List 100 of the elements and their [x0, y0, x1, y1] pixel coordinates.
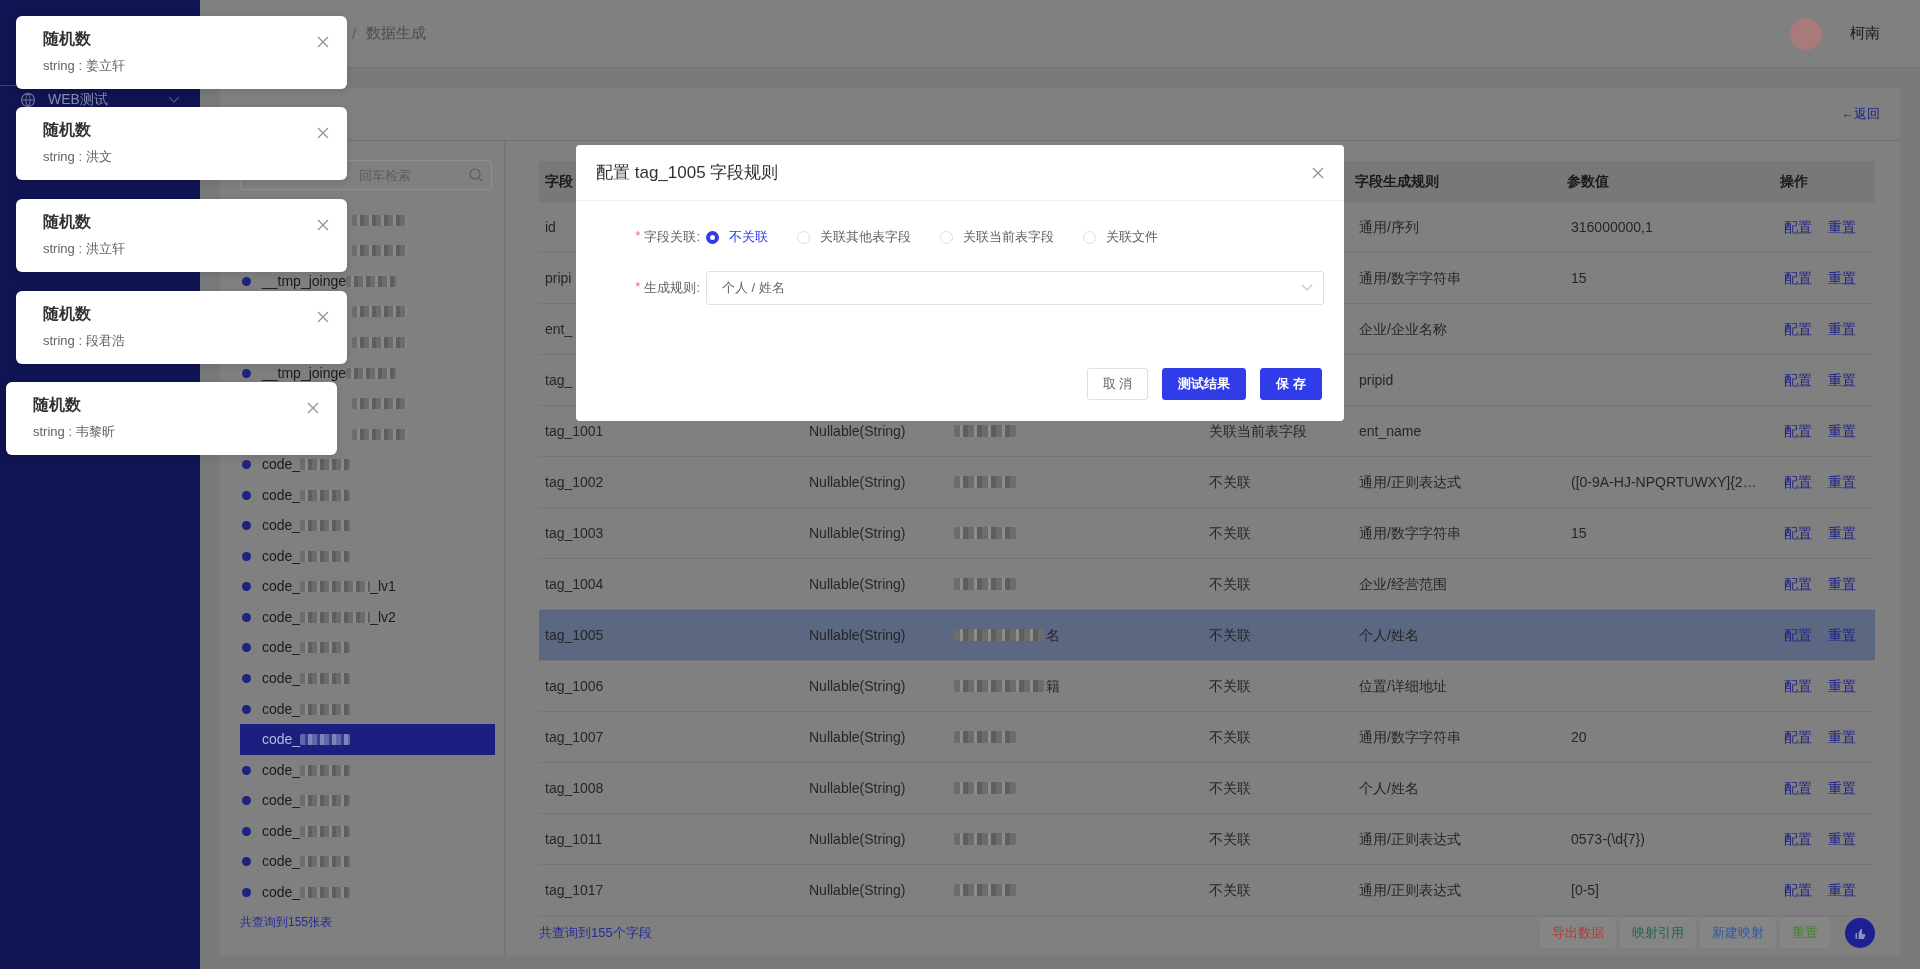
list-item[interactable]: code_	[240, 815, 495, 847]
primary-button[interactable]: 保 存	[1260, 368, 1322, 400]
list-item[interactable]: code_	[240, 754, 495, 786]
action-link[interactable]: 配置	[1784, 729, 1812, 745]
radio-label[interactable]: 关联文件	[1106, 228, 1158, 246]
action-link[interactable]: 重置	[1828, 372, 1856, 388]
list-item[interactable]: code_	[240, 724, 495, 755]
notification-message: string : 洪立轩	[43, 240, 125, 258]
list-item[interactable]: code_ _lv1	[240, 571, 495, 603]
bullet-icon	[242, 612, 251, 622]
blurred-text	[954, 476, 1016, 488]
table-row[interactable]: tag_1006 Nullable(String) 籍 不关联 位置/详细地址 配置 重置	[539, 661, 1875, 712]
list-item[interactable]: code_	[240, 510, 495, 541]
list-item[interactable]: code_	[240, 663, 495, 694]
list-item[interactable]: code_	[240, 632, 495, 664]
table-row[interactable]: tag_1007 Nullable(String) 不关联 通用/数字字符串 20 配置 重置	[539, 712, 1875, 763]
action-link[interactable]: 重置	[1828, 423, 1856, 439]
table-row[interactable]: tag_1003 Nullable(String) 不关联 通用/数字字符串 15 配置 重置	[539, 508, 1875, 559]
list-item[interactable]: code_	[240, 877, 495, 908]
action-link[interactable]: 重置	[1828, 576, 1856, 592]
list-item[interactable]: __tmp_joinge	[240, 357, 495, 389]
list-item[interactable]: __tmp_joinge	[240, 266, 495, 297]
action-link[interactable]: 重置	[1828, 270, 1856, 286]
radio-label[interactable]: 关联当前表字段	[963, 228, 1054, 246]
radio-label[interactable]: 不关联	[729, 228, 768, 246]
list-item[interactable]: code_	[240, 846, 495, 878]
required-mark: *	[635, 228, 641, 245]
item-name: code_	[262, 793, 301, 809]
action-link[interactable]: 重置	[1828, 678, 1856, 694]
action-link[interactable]: 配置	[1784, 219, 1812, 235]
select-field[interactable]: 个人 / 姓名	[706, 271, 1324, 305]
bullet-icon	[242, 796, 251, 806]
table-row[interactable]: tag_1005 Nullable(String) 名 不关联 个人/姓名 配置 重置	[539, 610, 1875, 661]
back-link[interactable]: ←返回	[1841, 105, 1880, 123]
list-item[interactable]: code_	[240, 541, 495, 572]
radio-button[interactable]	[706, 230, 719, 244]
cancel-button[interactable]: 取 消	[1086, 368, 1149, 400]
table-row[interactable]: tag_1017 Nullable(String) 不关联 通用/正则表达式 [0-5] 配置 重置	[539, 865, 1875, 916]
chevron-icon[interactable]	[168, 96, 180, 104]
action-link[interactable]: 重置	[1828, 882, 1856, 898]
bullet-icon	[242, 704, 251, 714]
action-link[interactable]: 重置	[1828, 780, 1856, 796]
action-link[interactable]: 重置	[1828, 729, 1856, 745]
blurred-text	[300, 734, 351, 746]
action-link[interactable]: 配置	[1784, 321, 1812, 337]
close-icon[interactable]	[307, 402, 319, 414]
close-icon[interactable]	[317, 36, 329, 48]
action-link[interactable]: 配置	[1784, 474, 1812, 490]
action-link[interactable]: 配置	[1784, 780, 1812, 796]
table-row[interactable]: tag_1011 Nullable(String) 不关联 通用/正则表达式 0573-(\d{7}) 配置 重置	[539, 814, 1875, 865]
sidebar-menu-item[interactable]: WEB测试	[48, 91, 156, 109]
table-cell-text: Nullable(String)	[808, 627, 906, 643]
action-link[interactable]: 重置	[1828, 219, 1856, 235]
bullet-icon	[242, 857, 251, 867]
search-icon[interactable]	[469, 168, 483, 182]
floating-button[interactable]	[1845, 918, 1875, 948]
item-name: code_	[262, 579, 301, 595]
close-icon[interactable]	[317, 127, 329, 139]
close-icon[interactable]	[317, 219, 329, 231]
action-link[interactable]: 重置	[1828, 474, 1856, 490]
action-link[interactable]: 重置	[1828, 831, 1856, 847]
table-cell-text: 企业/经营范围	[1358, 576, 1447, 592]
close-icon[interactable]	[1312, 166, 1324, 179]
notification-title: 随机数	[43, 29, 91, 49]
action-link[interactable]: 配置	[1784, 678, 1812, 694]
action-link[interactable]: 配置	[1784, 270, 1812, 286]
table-row[interactable]: tag_1008 Nullable(String) 不关联 个人/姓名 配置 重置	[539, 763, 1875, 814]
table-cell-text: tag_1004	[544, 576, 604, 592]
action-link[interactable]: 重置	[1828, 525, 1856, 541]
action-link[interactable]: 重置	[1828, 627, 1856, 643]
table-cell-text: 不关联	[1208, 831, 1251, 847]
table-cell-text: 不关联	[1208, 525, 1251, 541]
action-link[interactable]: 配置	[1784, 372, 1812, 388]
radio-label[interactable]: 关联其他表字段	[820, 228, 911, 246]
action-link[interactable]: 配置	[1784, 423, 1812, 439]
list-item[interactable]: code_	[240, 693, 495, 725]
list-item[interactable]: code_ _lv2	[240, 602, 495, 633]
list-item[interactable]: code_	[240, 449, 495, 480]
action-link[interactable]: 重置	[1828, 321, 1856, 337]
list-item[interactable]: code_	[240, 785, 495, 816]
action-link[interactable]: 配置	[1784, 576, 1812, 592]
table-cell-text: 不关联	[1208, 627, 1251, 643]
list-item[interactable]: code_	[240, 479, 495, 511]
table-cell-text: tag_1001	[544, 423, 604, 439]
table-row[interactable]: tag_1002 Nullable(String) 不关联 通用/正则表达式 ([0-9A-HJ-NPQRTUWXY]{2… 配置 重置	[539, 457, 1875, 508]
action-link[interactable]: 配置	[1784, 627, 1812, 643]
table-cell-text: 20	[1570, 729, 1587, 745]
bullet-icon	[242, 826, 251, 836]
table-cell-text: Nullable(String)	[808, 831, 906, 847]
action-link[interactable]: 配置	[1784, 525, 1812, 541]
action-link[interactable]: 配置	[1784, 882, 1812, 898]
blurred-text	[954, 425, 1016, 437]
user-name[interactable]: 柯南	[1850, 24, 1880, 43]
table-cell-text: Nullable(String)	[808, 423, 906, 439]
table-cell-text: Nullable(String)	[808, 780, 906, 796]
close-icon[interactable]	[317, 311, 329, 323]
primary-button[interactable]: 测试结果	[1162, 368, 1247, 400]
action-link[interactable]: 配置	[1784, 831, 1812, 847]
blurred-text	[954, 782, 1016, 794]
item-name: code_	[262, 640, 301, 656]
